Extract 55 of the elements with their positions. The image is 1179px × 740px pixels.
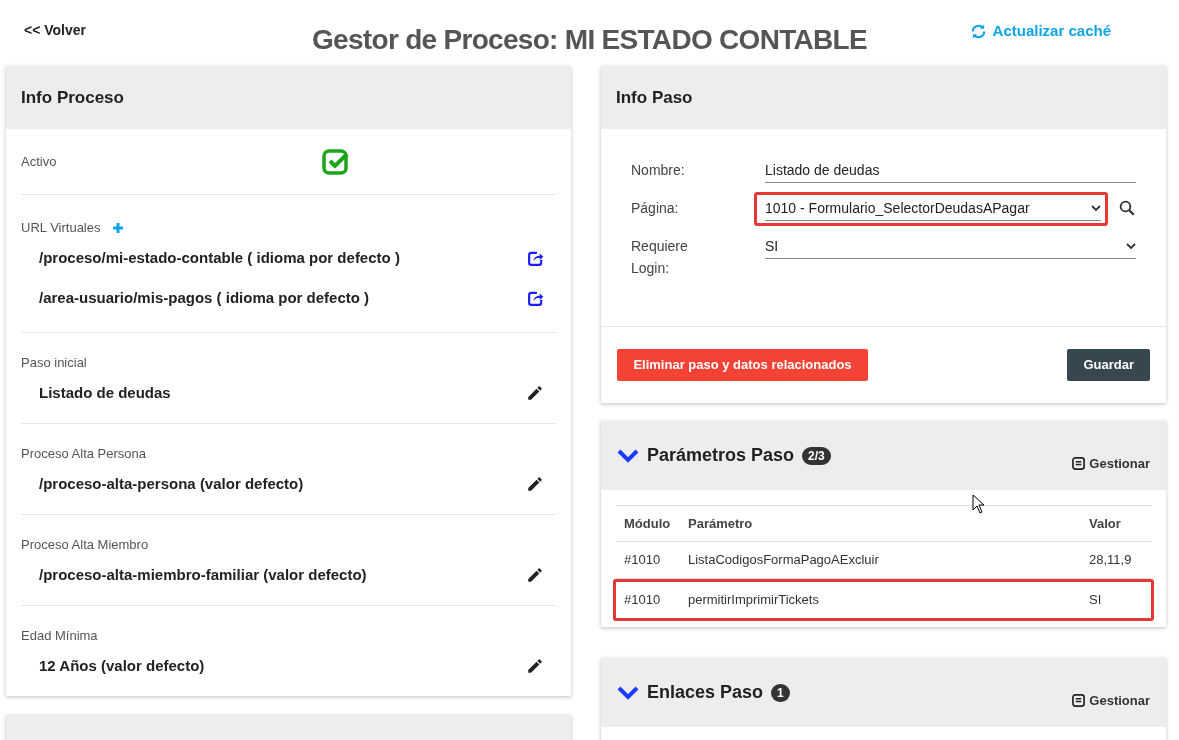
search-icon[interactable] bbox=[1118, 199, 1136, 217]
pencil-icon[interactable] bbox=[526, 566, 544, 585]
field-label: Requiere Login: bbox=[631, 237, 689, 278]
list-icon bbox=[1072, 694, 1086, 707]
text-field[interactable]: Listado de deudas bbox=[765, 159, 1136, 183]
field-value: /proceso-alta-persona (valor defecto) bbox=[39, 474, 304, 494]
caret-icon bbox=[1126, 243, 1136, 250]
back-link[interactable]: << Volver bbox=[24, 20, 224, 41]
field-label: Proceso Alta Miembro bbox=[21, 535, 150, 554]
count-badge: 2/3 bbox=[802, 446, 831, 465]
save-button[interactable]: Guardar bbox=[1067, 349, 1150, 381]
column-header: Valor bbox=[1089, 514, 1122, 533]
page-title: Gestor de Proceso: MI ESTADO CONTABLE bbox=[312, 23, 867, 57]
card-title: Parámetros Paso bbox=[647, 444, 795, 467]
field-value: Listado de deudas bbox=[39, 383, 171, 403]
card-title: Info Proceso bbox=[21, 86, 124, 109]
url-text: /area-usuario/mis-pagos ( idioma por defecto ) bbox=[39, 287, 370, 308]
table-cell-text: permitirImprimirTickets bbox=[688, 591, 820, 610]
delete-button[interactable]: Eliminar paso y datos relacionados bbox=[617, 349, 868, 381]
mouse-cursor-icon bbox=[972, 494, 985, 514]
list-icon bbox=[1072, 457, 1086, 470]
manage-button[interactable]: Gestionar bbox=[1072, 453, 1150, 474]
plus-icon[interactable] bbox=[112, 221, 125, 234]
field-label: Edad Mínima bbox=[21, 626, 99, 645]
caret-icon bbox=[1091, 205, 1101, 212]
field-value: 12 Años (valor defecto) bbox=[39, 656, 205, 676]
field-label: Nombre: bbox=[631, 161, 686, 180]
field-label: Activo bbox=[21, 152, 58, 171]
url-text: /proceso/mi-estado-contable ( idioma por defecto ) bbox=[39, 247, 400, 268]
column-header: Módulo bbox=[624, 514, 672, 533]
field-label: Paso inicial bbox=[21, 353, 88, 372]
card-title: Info Paso bbox=[616, 86, 693, 109]
field-value: /proceso-alta-miembro-familiar (valor defecto) bbox=[39, 565, 367, 585]
select-field[interactable]: SI bbox=[765, 235, 1136, 259]
table-cell-text: #1010 bbox=[624, 551, 662, 570]
pencil-icon[interactable] bbox=[526, 384, 544, 403]
external-link-icon[interactable] bbox=[527, 289, 544, 307]
table-cell-text: ListaCodigosFormaPagoAExcluir bbox=[688, 551, 880, 570]
field-label: Proceso Alta Persona bbox=[21, 444, 148, 463]
pencil-icon[interactable] bbox=[526, 657, 544, 676]
chevron-down-icon[interactable] bbox=[617, 685, 639, 700]
checked-checkbox-icon[interactable] bbox=[322, 147, 350, 176]
pencil-icon[interactable] bbox=[526, 475, 544, 494]
field-label: Página: bbox=[631, 199, 680, 218]
count-badge: 1 bbox=[771, 683, 790, 702]
table-cell-text: #1010 bbox=[624, 591, 662, 610]
table-cell-text: 28,11,9 bbox=[1089, 551, 1133, 570]
refresh-icon bbox=[969, 22, 987, 40]
external-link-icon[interactable] bbox=[527, 249, 544, 267]
chevron-down-icon[interactable] bbox=[617, 448, 639, 463]
field-label: URL Virtuales bbox=[21, 219, 101, 237]
table-cell-text: SI bbox=[1089, 591, 1103, 610]
manage-button[interactable]: Gestionar bbox=[1072, 690, 1150, 711]
card-title: Enlaces Paso bbox=[647, 681, 764, 704]
column-header: Parámetro bbox=[688, 514, 754, 533]
